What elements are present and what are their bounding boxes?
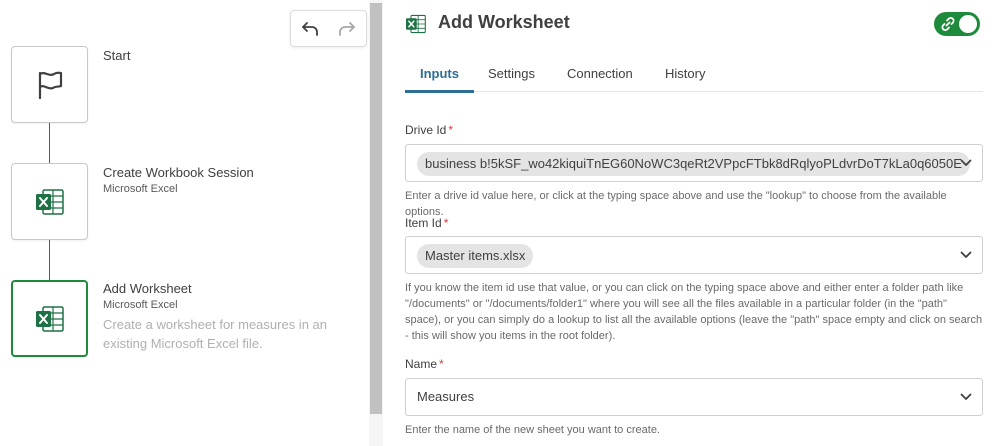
chevron-down-icon[interactable] xyxy=(960,159,972,167)
flow-canvas[interactable]: Start Create Workbook Session Microsoft … xyxy=(0,0,369,446)
app-root: Start Create Workbook Session Microsoft … xyxy=(0,0,999,446)
excel-icon xyxy=(406,14,426,34)
flow-node-create-workbook-session-text: Create Workbook Session Microsoft Excel xyxy=(103,164,368,197)
node-title: Start xyxy=(103,48,131,63)
flow-node-add-worksheet[interactable] xyxy=(11,280,88,357)
drive-id-value-chip[interactable]: business b!5kSF_wo42kiquiTnEG60NoWC3qeRt… xyxy=(417,152,970,176)
properties-panel: Add Worksheet Inputs Settings Connection… xyxy=(383,0,999,446)
undo-button[interactable] xyxy=(295,14,325,44)
redo-icon xyxy=(339,21,356,36)
node-title: Create Workbook Session xyxy=(103,165,254,180)
link-icon xyxy=(941,17,955,31)
name-label: Name * xyxy=(405,357,444,371)
item-id-value-chip[interactable]: Master items.xlsx xyxy=(417,244,534,268)
flow-node-create-workbook-session[interactable] xyxy=(11,163,88,240)
undo-icon xyxy=(301,21,318,36)
name-field[interactable]: Measures xyxy=(405,378,983,416)
tab-history[interactable]: History xyxy=(650,66,720,92)
flow-node-start-text: Start xyxy=(103,47,368,64)
item-id-label: Item Id * xyxy=(405,216,448,230)
chevron-down-icon[interactable] xyxy=(960,393,972,401)
tab-bar: Inputs Settings Connection History xyxy=(405,60,983,93)
name-help: Enter the name of the new sheet you want… xyxy=(405,424,660,436)
enable-toggle[interactable] xyxy=(934,12,980,36)
tab-inputs[interactable]: Inputs xyxy=(405,66,474,93)
drive-id-field[interactable]: business b!5kSF_wo42kiquiTnEG60NoWC3qeRt… xyxy=(405,144,983,182)
drive-id-label: Drive Id * xyxy=(405,123,453,137)
field-label-text: Drive Id xyxy=(405,123,447,137)
chevron-down-icon[interactable] xyxy=(960,251,972,259)
panel-scrollbar[interactable] xyxy=(369,0,383,446)
panel-title: Add Worksheet xyxy=(438,12,570,32)
name-value[interactable]: Measures xyxy=(417,389,474,404)
node-subtitle: Microsoft Excel xyxy=(103,299,178,311)
required-mark: * xyxy=(443,216,449,230)
field-label-text: Item Id xyxy=(405,216,442,230)
node-description: Create a worksheet for measures in an ex… xyxy=(103,317,327,351)
flag-icon xyxy=(38,71,62,99)
flow-node-start[interactable] xyxy=(11,46,88,123)
drive-id-help: Enter a drive id value here, or click at… xyxy=(405,190,947,218)
toggle-knob xyxy=(959,15,977,33)
required-mark: * xyxy=(439,357,444,371)
node-subtitle: Microsoft Excel xyxy=(103,183,178,195)
undo-redo-toolbar xyxy=(290,10,367,47)
excel-icon xyxy=(35,305,64,332)
scrollbar-thumb[interactable] xyxy=(370,3,382,414)
required-mark: * xyxy=(448,123,454,137)
node-title: Add Worksheet xyxy=(103,281,192,296)
item-id-help: If you know the item id use that value, … xyxy=(405,282,983,342)
flow-node-add-worksheet-text: Add Worksheet Microsoft Excel Create a w… xyxy=(103,280,368,353)
flow-connector xyxy=(49,239,50,280)
flow-connector xyxy=(49,123,50,163)
tab-connection[interactable]: Connection xyxy=(552,66,648,92)
field-label-text: Name xyxy=(405,357,438,371)
excel-icon xyxy=(35,188,64,215)
redo-button[interactable] xyxy=(332,14,362,44)
item-id-field[interactable]: Master items.xlsx xyxy=(405,236,983,274)
tab-settings[interactable]: Settings xyxy=(473,66,550,92)
